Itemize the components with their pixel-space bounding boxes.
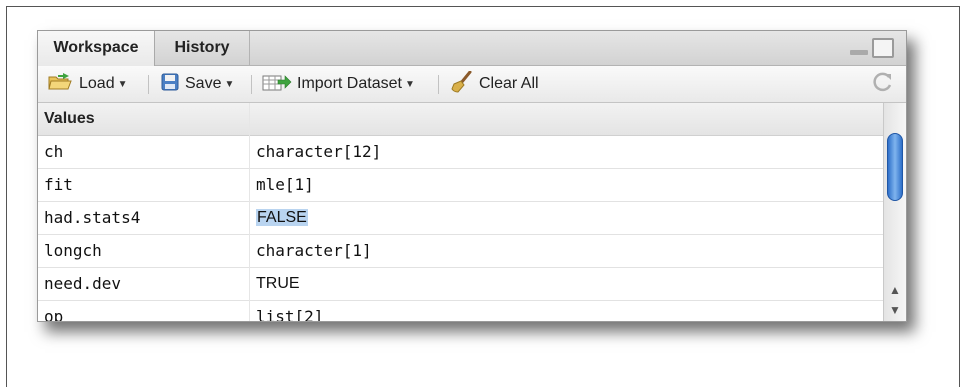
column-divider xyxy=(249,103,250,321)
workspace-panel: Workspace History Load ▼ Save ▼ Import D… xyxy=(37,30,907,322)
variable-value[interactable]: FALSE xyxy=(256,202,308,233)
table-row[interactable]: op list[2] xyxy=(38,301,884,321)
variables-table: Values ch character[12] fit mle[1] had.s… xyxy=(38,103,884,321)
maximize-pane-button[interactable] xyxy=(872,38,894,58)
load-label: Load xyxy=(79,75,115,92)
table-row[interactable]: need.dev TRUE xyxy=(38,268,884,301)
folder-open-icon xyxy=(48,72,74,97)
variable-name: ch xyxy=(44,142,64,161)
table-row[interactable]: had.stats4 FALSE xyxy=(38,202,884,235)
floppy-disk-icon xyxy=(160,72,180,97)
clear-all-label: Clear All xyxy=(479,75,539,92)
refresh-icon xyxy=(872,71,894,98)
variable-value: character[12] xyxy=(256,142,382,161)
import-dataset-label: Import Dataset xyxy=(297,75,402,92)
variable-value: character[1] xyxy=(256,241,372,260)
toolbar-separator xyxy=(438,75,439,94)
vertical-scrollbar[interactable]: ▲ ▼ xyxy=(883,103,906,321)
tab-workspace[interactable]: Workspace xyxy=(38,31,155,66)
clear-all-button[interactable]: Clear All xyxy=(450,66,539,102)
broom-icon xyxy=(450,70,474,98)
scroll-up-arrow-icon[interactable]: ▲ xyxy=(884,281,906,299)
toolbar-separator xyxy=(148,75,149,94)
table-row[interactable]: ch character[12] xyxy=(38,136,884,169)
save-button[interactable]: Save ▼ xyxy=(160,66,234,102)
values-section-header: Values xyxy=(38,103,884,136)
values-section-label: Values xyxy=(44,110,95,127)
variable-value: list[2] xyxy=(256,307,324,321)
table-row[interactable]: fit mle[1] xyxy=(38,169,884,202)
import-dataset-button[interactable]: Import Dataset ▼ xyxy=(262,66,415,102)
variable-name: op xyxy=(44,307,64,321)
table-import-icon xyxy=(262,72,292,97)
variable-name: had.stats4 xyxy=(44,208,141,227)
chevron-down-icon: ▼ xyxy=(404,78,415,90)
refresh-button[interactable] xyxy=(872,66,894,102)
save-label: Save xyxy=(185,75,222,92)
load-button[interactable]: Load ▼ xyxy=(48,66,128,102)
variable-value: mle[1] xyxy=(256,175,314,194)
selected-value[interactable]: FALSE xyxy=(256,209,308,226)
scroll-thumb[interactable] xyxy=(887,133,903,201)
variable-name: longch xyxy=(44,241,102,260)
variable-value: TRUE xyxy=(256,275,300,292)
chevron-down-icon: ▼ xyxy=(117,78,128,90)
chevron-down-icon: ▼ xyxy=(224,78,235,90)
variable-name: need.dev xyxy=(44,274,122,293)
variable-name: fit xyxy=(44,175,73,194)
toolbar: Load ▼ Save ▼ Import Dataset ▼ Clear All xyxy=(38,66,906,103)
tab-history[interactable]: History xyxy=(155,31,250,65)
scroll-down-arrow-icon[interactable]: ▼ xyxy=(884,301,906,319)
minimize-pane-button[interactable] xyxy=(850,50,868,55)
table-row[interactable]: longch character[1] xyxy=(38,235,884,268)
tab-bar: Workspace History xyxy=(38,31,906,66)
toolbar-separator xyxy=(251,75,252,94)
